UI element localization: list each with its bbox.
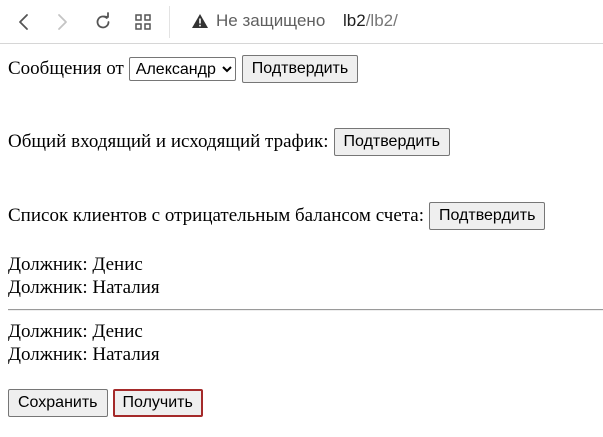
- traffic-label: Общий входящий и исходящий трафик:: [8, 131, 329, 152]
- reload-icon[interactable]: [89, 8, 117, 36]
- address-bar-url[interactable]: lb2/lb2/: [343, 11, 398, 31]
- url-path: /lb2/: [365, 11, 398, 30]
- divider: [8, 309, 603, 311]
- debtor-bottom-1: Должник: Денис: [8, 321, 143, 342]
- forward-arrow-icon[interactable]: [48, 8, 76, 36]
- sender-select[interactable]: Александр: [128, 57, 236, 81]
- save-button[interactable]: Сохранить: [8, 389, 108, 417]
- negative-balance-submit-button[interactable]: Подтвердить: [429, 202, 546, 230]
- get-button[interactable]: Получить: [112, 389, 203, 417]
- negative-balance-label: Список клиентов с отрицательным балансом…: [8, 205, 424, 226]
- traffic-submit-button[interactable]: Подтвердить: [333, 128, 450, 156]
- debtor-bottom-2: Должник: Наталия: [8, 344, 160, 365]
- browser-toolbar: Не защищено lb2/lb2/: [0, 0, 603, 44]
- traffic-form: Общий входящий и исходящий трафик: Подтв…: [8, 128, 450, 156]
- messages-form: Сообщения от Александр Подтвердить: [8, 55, 359, 83]
- actions-row: Сохранить Получить: [8, 389, 203, 417]
- messages-from-label: Сообщения от: [8, 58, 124, 79]
- negative-balance-form: Список клиентов с отрицательным балансом…: [8, 202, 546, 230]
- back-arrow-icon[interactable]: [10, 8, 38, 36]
- warning-triangle-icon[interactable]: [191, 12, 209, 30]
- security-status[interactable]: Не защищено: [216, 11, 325, 31]
- url-host: lb2: [343, 11, 366, 30]
- debtor-top-1: Должник: Денис: [8, 254, 143, 275]
- messages-submit-button[interactable]: Подтвердить: [241, 55, 359, 83]
- toolbar-separator: [169, 6, 170, 38]
- debtor-top-2: Должник: Наталия: [8, 277, 160, 298]
- apps-grid-icon[interactable]: [129, 8, 157, 36]
